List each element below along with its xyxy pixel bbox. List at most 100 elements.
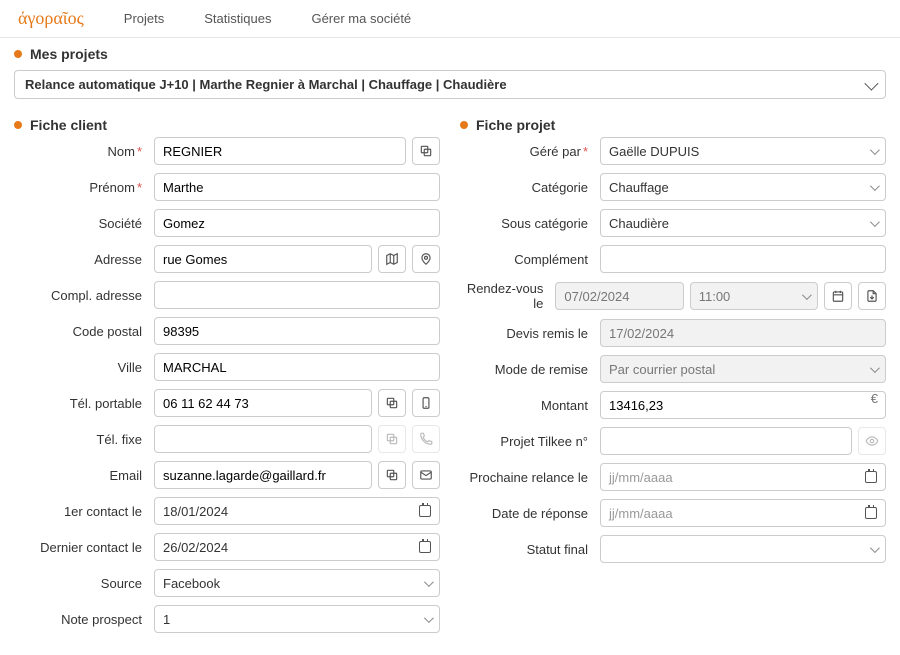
source-select[interactable]: Facebook <box>154 569 440 597</box>
gere-select[interactable]: Gaëlle DUPUIS <box>600 137 886 165</box>
phone-icon <box>419 432 433 446</box>
label-relance: Prochaine relance le <box>460 470 600 485</box>
label-sous-cat: Sous catégorie <box>460 216 600 231</box>
map-button[interactable] <box>378 245 406 273</box>
label-complement: Complément <box>460 252 600 267</box>
chevron-down-icon <box>424 577 434 587</box>
copy-icon <box>385 396 399 410</box>
label-adresse: Adresse <box>14 252 154 267</box>
view-tilkee-button[interactable] <box>858 427 886 455</box>
categorie-select[interactable]: Chauffage <box>600 173 886 201</box>
mobile-icon <box>419 396 433 410</box>
rdv-date-input[interactable] <box>555 282 683 310</box>
copy-fixe-button[interactable] <box>378 425 406 453</box>
label-cp: Code postal <box>14 324 154 339</box>
societe-input[interactable] <box>154 209 440 237</box>
label-contact-last: Dernier contact le <box>14 540 154 555</box>
chevron-down-icon <box>870 217 880 227</box>
nav-projets[interactable]: Projets <box>124 11 164 26</box>
bullet-icon <box>14 50 22 58</box>
pin-button[interactable] <box>412 245 440 273</box>
copy-phone-button[interactable] <box>378 389 406 417</box>
ville-input[interactable] <box>154 353 440 381</box>
eye-icon <box>865 434 879 448</box>
label-tilkee: Projet Tilkee n° <box>460 434 600 449</box>
label-source: Source <box>14 576 154 591</box>
phone-button[interactable] <box>412 425 440 453</box>
sous-categorie-select[interactable]: Chaudière <box>600 209 886 237</box>
calendar-icon <box>831 289 845 303</box>
nom-input[interactable] <box>154 137 406 165</box>
mode-remise-select[interactable]: Par courrier postal <box>600 355 886 383</box>
note-select[interactable]: 1 <box>154 605 440 633</box>
copy-email-button[interactable] <box>378 461 406 489</box>
section-title: Fiche projet <box>476 117 555 133</box>
relance-date-input[interactable]: jj/mm/aaaa <box>600 463 886 491</box>
calendar-icon <box>419 541 431 553</box>
montant-input[interactable] <box>600 391 886 419</box>
label-nom: Nom* <box>14 144 154 159</box>
tel-portable-input[interactable] <box>154 389 372 417</box>
chevron-down-icon <box>870 363 880 373</box>
label-tel-fixe: Tél. fixe <box>14 432 154 447</box>
chevron-down-icon <box>424 613 434 623</box>
label-statut: Statut final <box>460 542 600 557</box>
calendar-icon <box>419 505 431 517</box>
section-title: Fiche client <box>30 117 107 133</box>
label-devis: Devis remis le <box>460 326 600 341</box>
mail-button[interactable] <box>412 461 440 489</box>
label-prenom: Prénom* <box>14 180 154 195</box>
download-file-icon <box>865 289 879 303</box>
prenom-input[interactable] <box>154 173 440 201</box>
pin-icon <box>419 252 433 266</box>
fiche-projet-panel: Fiche projet Géré par* Gaëlle DUPUIS Cat… <box>460 109 886 641</box>
label-compl: Compl. adresse <box>14 288 154 303</box>
devis-date-input[interactable] <box>600 319 886 347</box>
copy-icon <box>419 144 433 158</box>
label-tel-port: Tél. portable <box>14 396 154 411</box>
calendar-icon <box>865 507 877 519</box>
label-contact1: 1er contact le <box>14 504 154 519</box>
mail-icon <box>419 468 433 482</box>
section-fiche-projet: Fiche projet <box>460 109 886 137</box>
label-gere: Géré par* <box>460 144 600 159</box>
label-note: Note prospect <box>14 612 154 627</box>
project-selector-label: Relance automatique J+10 | Marthe Regnie… <box>25 77 507 92</box>
topbar: άγοραῖος Projets Statistiques Gérer ma s… <box>0 0 900 38</box>
copy-icon <box>385 432 399 446</box>
section-fiche-client: Fiche client <box>14 109 440 137</box>
compl-adresse-input[interactable] <box>154 281 440 309</box>
cp-input[interactable] <box>154 317 440 345</box>
complement-input[interactable] <box>600 245 886 273</box>
bullet-icon <box>14 121 22 129</box>
copy-icon <box>385 468 399 482</box>
statut-select[interactable] <box>600 535 886 563</box>
export-button[interactable] <box>858 282 886 310</box>
contact1-date-input[interactable]: 18/01/2024 <box>154 497 440 525</box>
rdv-time-select[interactable]: 11:00 <box>690 282 818 310</box>
reponse-date-input[interactable]: jj/mm/aaaa <box>600 499 886 527</box>
mobile-button[interactable] <box>412 389 440 417</box>
chevron-down-icon <box>864 76 878 90</box>
tel-fixe-input[interactable] <box>154 425 372 453</box>
label-categorie: Catégorie <box>460 180 600 195</box>
label-montant: Montant <box>460 398 600 413</box>
brand-logo: άγοραῖος <box>18 8 84 29</box>
nav-societe[interactable]: Gérer ma société <box>311 11 411 26</box>
adresse-input[interactable] <box>154 245 372 273</box>
project-selector[interactable]: Relance automatique J+10 | Marthe Regnie… <box>14 70 886 99</box>
chevron-down-icon <box>802 290 812 300</box>
email-input[interactable] <box>154 461 372 489</box>
label-reponse: Date de réponse <box>460 506 600 521</box>
chevron-down-icon <box>870 181 880 191</box>
tilkee-input[interactable] <box>600 427 852 455</box>
label-ville: Ville <box>14 360 154 375</box>
contact-last-date-input[interactable]: 26/02/2024 <box>154 533 440 561</box>
chevron-down-icon <box>870 145 880 155</box>
copy-button[interactable] <box>412 137 440 165</box>
label-rdv: Rendez-vous le <box>460 281 555 311</box>
nav-statistiques[interactable]: Statistiques <box>204 11 271 26</box>
map-icon <box>385 252 399 266</box>
chevron-down-icon <box>870 543 880 553</box>
calendar-button[interactable] <box>824 282 852 310</box>
